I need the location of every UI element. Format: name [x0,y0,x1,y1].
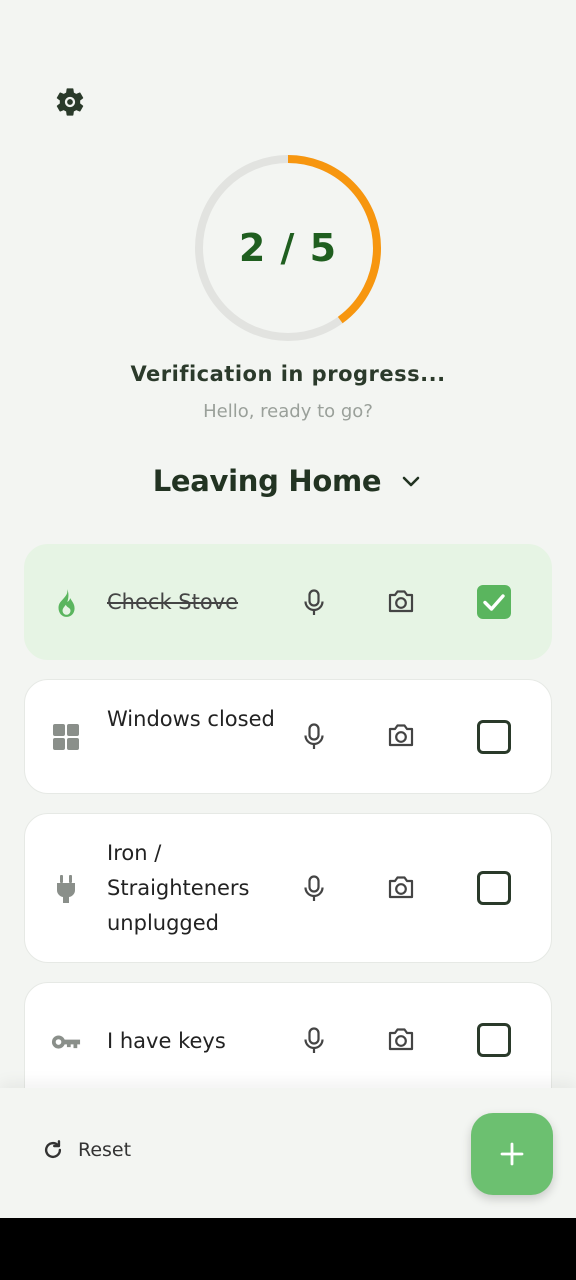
reset-label: Reset [78,1139,132,1161]
item-label: Iron / Straighteners unplugged [107,841,250,935]
item-checkbox[interactable] [477,720,511,754]
status-text: Verification in progress... [130,362,446,386]
plus-icon [499,1141,525,1167]
settings-button[interactable] [51,83,89,121]
mic-icon[interactable] [299,722,329,752]
item-label: Check Stove [107,590,239,614]
checklist-item[interactable]: Windows closed [24,679,552,794]
check-icon [483,594,505,611]
item-checkbox[interactable] [477,585,511,619]
reset-button[interactable]: Reset [42,1139,131,1161]
camera-icon[interactable] [386,1024,416,1054]
add-item-button[interactable] [471,1113,553,1195]
checklist-item[interactable]: Check Stove [24,544,552,660]
checklist-item[interactable]: Iron / Straighteners unplugged [24,813,552,963]
gear-icon [53,85,87,119]
camera-icon[interactable] [386,586,416,616]
item-label: Windows closed [107,707,275,731]
greeting-text: Hello, ready to go? [203,401,373,422]
item-checkbox[interactable] [477,871,511,905]
mic-icon[interactable] [299,874,329,904]
chevron-down-icon [399,469,423,493]
item-checkbox[interactable] [477,1023,511,1057]
item-label: I have keys [107,1029,226,1053]
mic-icon[interactable] [299,1026,329,1056]
refresh-icon [42,1139,64,1161]
camera-icon[interactable] [386,720,416,750]
plug-icon [51,874,81,904]
system-nav-bar [0,1218,576,1280]
mic-icon[interactable] [299,588,329,618]
key-icon [51,1027,81,1057]
progress-count: 2 / 5 [238,226,338,270]
progress-ring: 2 / 5 [192,152,384,344]
window-icon [51,722,81,752]
camera-icon[interactable] [386,872,416,902]
flame-icon [51,588,81,618]
list-title: Leaving Home [152,464,382,498]
list-selector-dropdown[interactable]: Leaving Home [0,464,576,498]
